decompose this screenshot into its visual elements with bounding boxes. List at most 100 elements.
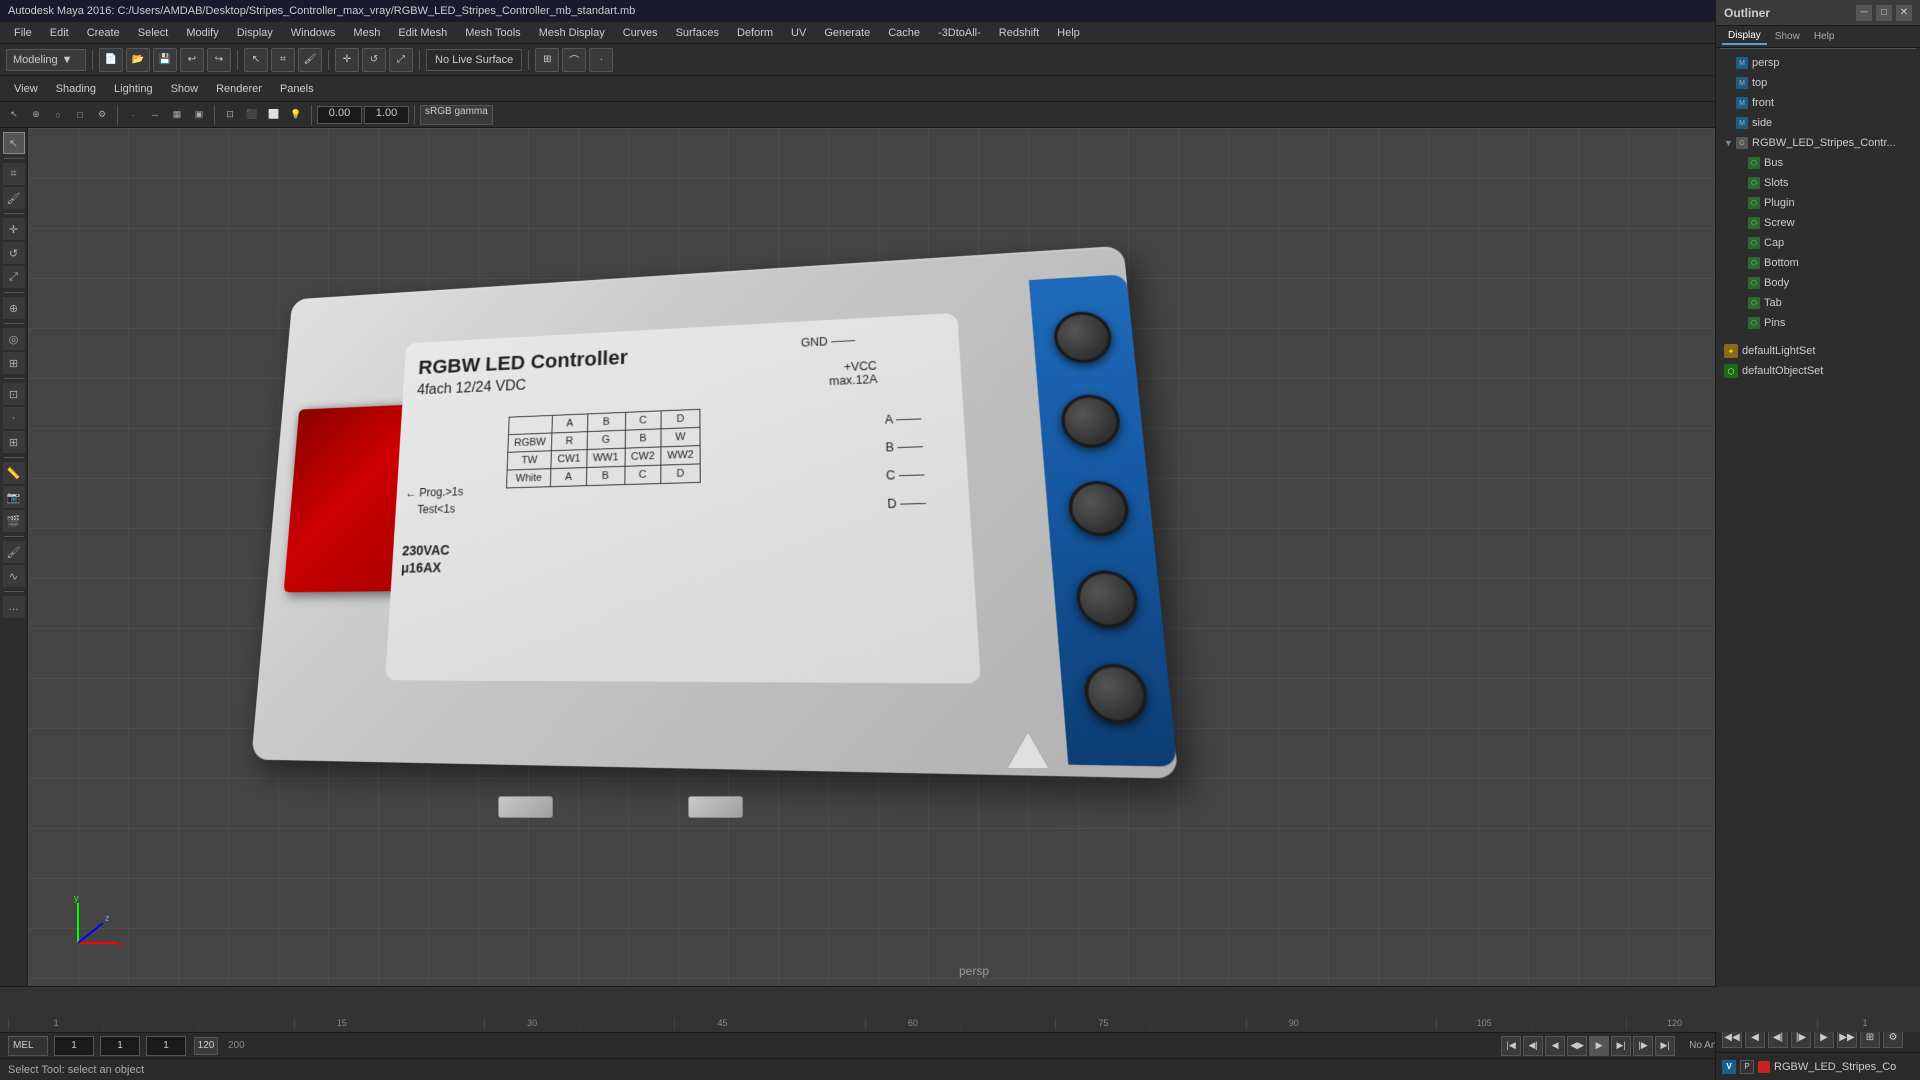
go-end-button[interactable]: ▶| bbox=[1655, 1036, 1675, 1056]
menu-item-mesh-tools[interactable]: Mesh Tools bbox=[457, 25, 528, 41]
viewport[interactable]: RGBW LED Controller 4fach 12/24 VDC GND … bbox=[28, 128, 1920, 986]
tree-item-cap[interactable]: ⬡ Cap bbox=[1716, 233, 1920, 253]
step-back-button[interactable]: ◀ bbox=[1545, 1036, 1565, 1056]
step-forward-button[interactable]: ▶| bbox=[1611, 1036, 1631, 1056]
extra-left[interactable]: … bbox=[3, 596, 25, 618]
y-value-input[interactable]: 1.00 bbox=[364, 106, 409, 124]
tree-item-screw[interactable]: ⬡ Screw bbox=[1716, 213, 1920, 233]
paint-tool-left[interactable]: 🖌 bbox=[3, 541, 25, 563]
tb2-item-view[interactable]: View bbox=[6, 81, 46, 97]
move-tool-left[interactable]: ✛ bbox=[3, 218, 25, 240]
soft-select-left[interactable]: ◎ bbox=[3, 328, 25, 350]
prev-key-button[interactable]: ◀| bbox=[1523, 1036, 1543, 1056]
select-tool-left[interactable]: ↖ bbox=[3, 132, 25, 154]
custom-tool-button[interactable]: ⚙ bbox=[92, 105, 112, 125]
select-mode-button[interactable]: ↖ bbox=[4, 105, 24, 125]
tree-item-pins[interactable]: ⬡ Pins bbox=[1716, 313, 1920, 333]
menu-item-surfaces[interactable]: Surfaces bbox=[668, 25, 727, 41]
tree-item-rgbw-group[interactable]: ▼ G RGBW_LED_Stripes_Contr... bbox=[1716, 133, 1920, 153]
color-profile-select[interactable]: sRGB gamma bbox=[420, 105, 493, 125]
measure-left[interactable]: 📏 bbox=[3, 462, 25, 484]
menu-item-file[interactable]: File bbox=[6, 25, 40, 41]
face-mode-button[interactable]: ▦ bbox=[167, 105, 187, 125]
rotate-mode-button[interactable]: ○ bbox=[48, 105, 68, 125]
current-frame-input-1[interactable]: 1 bbox=[54, 1036, 94, 1056]
paint-select-button[interactable]: 🖌 bbox=[298, 48, 322, 72]
tb2-item-show[interactable]: Show bbox=[163, 81, 207, 97]
tb2-item-shading[interactable]: Shading bbox=[48, 81, 104, 97]
set-item-defaultobjectset[interactable]: ⬡ defaultObjectSet bbox=[1716, 361, 1920, 381]
tb2-item-renderer[interactable]: Renderer bbox=[208, 81, 270, 97]
save-file-button[interactable]: 💾 bbox=[153, 48, 177, 72]
snap-point-button[interactable]: · bbox=[589, 48, 613, 72]
menu-item-redshift[interactable]: Redshift bbox=[991, 25, 1047, 41]
snap-curve-button[interactable]: ⌒ bbox=[562, 48, 586, 72]
tb2-item-panels[interactable]: Panels bbox=[272, 81, 322, 97]
wireframe-button[interactable]: ⊡ bbox=[220, 105, 240, 125]
frame-display-3[interactable]: 1 bbox=[146, 1036, 186, 1056]
timeline-ruler[interactable]: 1 15 30 45 60 75 90 105 120 1 bbox=[0, 987, 1920, 1032]
menu-item-curves[interactable]: Curves bbox=[615, 25, 666, 41]
open-file-button[interactable]: 📂 bbox=[126, 48, 150, 72]
scale-tool-button[interactable]: ⤢ bbox=[389, 48, 413, 72]
object-mode-button[interactable]: ▣ bbox=[189, 105, 209, 125]
menu-item-edit[interactable]: Edit bbox=[42, 25, 77, 41]
menu-item-edit-mesh[interactable]: Edit Mesh bbox=[390, 25, 455, 41]
sculpt-left[interactable]: ∿ bbox=[3, 565, 25, 587]
light-button[interactable]: 💡 bbox=[286, 105, 306, 125]
menu-item-cache[interactable]: Cache bbox=[880, 25, 928, 41]
go-start-button[interactable]: |◀ bbox=[1501, 1036, 1521, 1056]
menu-item--3dtoall-[interactable]: -3DtoAll- bbox=[930, 25, 989, 41]
play-back-button[interactable]: ◀▶ bbox=[1567, 1036, 1587, 1056]
menu-item-help[interactable]: Help bbox=[1049, 25, 1088, 41]
menu-item-generate[interactable]: Generate bbox=[816, 25, 878, 41]
menu-item-select[interactable]: Select bbox=[130, 25, 177, 41]
set-item-defaultlightset[interactable]: ✦ defaultLightSet bbox=[1716, 341, 1920, 361]
textured-button[interactable]: ⬜ bbox=[264, 105, 284, 125]
camera-left[interactable]: 📷 bbox=[3, 486, 25, 508]
menu-item-uv[interactable]: UV bbox=[783, 25, 814, 41]
tree-item-bottom[interactable]: ⬡ Bottom bbox=[1716, 253, 1920, 273]
universal-manipulator-left[interactable]: ⊕ bbox=[3, 297, 25, 319]
menu-item-display[interactable]: Display bbox=[229, 25, 281, 41]
x-value-input[interactable]: 0.00 bbox=[317, 106, 362, 124]
menu-item-create[interactable]: Create bbox=[79, 25, 128, 41]
snap-point-left[interactable]: · bbox=[3, 407, 25, 429]
tree-item-plugin[interactable]: ⬡ Plugin bbox=[1716, 193, 1920, 213]
next-key-button[interactable]: |▶ bbox=[1633, 1036, 1653, 1056]
redo-button[interactable]: ↪ bbox=[207, 48, 231, 72]
vertex-mode-button[interactable]: · bbox=[123, 105, 143, 125]
shaded-button[interactable]: ⬛ bbox=[242, 105, 262, 125]
menu-item-windows[interactable]: Windows bbox=[283, 25, 344, 41]
menu-item-mesh[interactable]: Mesh bbox=[345, 25, 388, 41]
edge-mode-button[interactable]: ─ bbox=[145, 105, 165, 125]
menu-item-modify[interactable]: Modify bbox=[178, 25, 226, 41]
tree-item-slots[interactable]: ⬡ Slots bbox=[1716, 173, 1920, 193]
tree-item-body[interactable]: ⬡ Body bbox=[1716, 273, 1920, 293]
paint-select-left[interactable]: 🖌 bbox=[3, 187, 25, 209]
undo-button[interactable]: ↩ bbox=[180, 48, 204, 72]
render-left[interactable]: 🎬 bbox=[3, 510, 25, 532]
lasso-select-left[interactable]: ⌗ bbox=[3, 163, 25, 185]
snap-view-left[interactable]: ⊞ bbox=[3, 431, 25, 453]
lasso-tool-button[interactable]: ⌗ bbox=[271, 48, 295, 72]
current-frame-input-2[interactable]: 1 bbox=[100, 1036, 140, 1056]
rotate-tool-left[interactable]: ↺ bbox=[3, 242, 25, 264]
menu-item-mesh-display[interactable]: Mesh Display bbox=[531, 25, 613, 41]
tree-item-bus[interactable]: ⬡ Bus bbox=[1716, 153, 1920, 173]
snap-grid-left[interactable]: ⊡ bbox=[3, 383, 25, 405]
scale-mode-button[interactable]: □ bbox=[70, 105, 90, 125]
symmetry-left[interactable]: ⊞ bbox=[3, 352, 25, 374]
snap-grid-button[interactable]: ⊞ bbox=[535, 48, 559, 72]
outliner-tree[interactable]: M persp M top M bbox=[1716, 128, 1920, 986]
tb2-item-lighting[interactable]: Lighting bbox=[106, 81, 161, 97]
move-mode-button[interactable]: ⊕ bbox=[26, 105, 46, 125]
menu-item-deform[interactable]: Deform bbox=[729, 25, 781, 41]
play-forward-button[interactable]: ▶ bbox=[1589, 1036, 1609, 1056]
move-tool-button[interactable]: ✛ bbox=[335, 48, 359, 72]
rotate-tool-button[interactable]: ↺ bbox=[362, 48, 386, 72]
tree-item-tab[interactable]: ⬡ Tab bbox=[1716, 293, 1920, 313]
mode-dropdown[interactable]: Modeling ▼ bbox=[6, 49, 86, 71]
new-file-button[interactable]: 📄 bbox=[99, 48, 123, 72]
mel-selector[interactable]: MEL bbox=[8, 1036, 48, 1056]
